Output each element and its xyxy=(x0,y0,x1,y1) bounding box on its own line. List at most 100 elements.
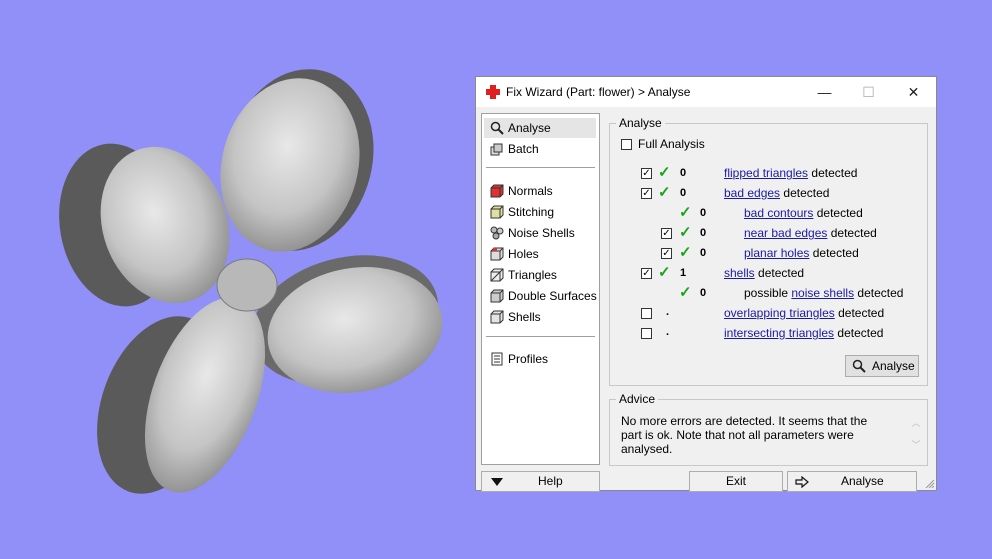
scroll-down-icon[interactable]: ﹀ xyxy=(909,434,923,456)
flipped-triangles-row: flipped triangles detected xyxy=(724,166,857,180)
sidebar-item-label: Profiles xyxy=(508,352,549,366)
detected-text: detected xyxy=(816,206,863,220)
scroll-up-icon[interactable]: ︿ xyxy=(909,412,923,434)
fix-wizard-dialog: Fix Wizard (Part: flower) > Analyse — ☐ … xyxy=(475,76,937,492)
sidebar-item-label: Triangles xyxy=(508,268,557,282)
overlapping-triangles-count: . xyxy=(666,306,670,318)
sidebar-item-holes[interactable]: Holes xyxy=(484,244,596,264)
detected-text: detected xyxy=(758,266,805,280)
detected-text: detected xyxy=(811,166,858,180)
sidebar-item-stitching[interactable]: Stitching xyxy=(484,202,596,222)
magnifier-icon xyxy=(490,121,504,135)
flipped-triangles-count: 0 xyxy=(680,167,687,179)
analyse-group: Analyse Full Analysis ✓ ✓ 0 flipped tria… xyxy=(609,116,928,386)
intersecting-triangles-link[interactable]: intersecting triangles xyxy=(724,326,834,340)
maximize-button[interactable]: ☐ xyxy=(846,77,891,107)
near-bad-edges-count: 0 xyxy=(700,227,707,239)
planar-holes-count: 0 xyxy=(700,247,707,259)
bad-contours-count: 0 xyxy=(700,207,707,219)
bad-contours-row: bad contours detected xyxy=(744,206,863,220)
advice-scrollbar[interactable]: ︿ ﹀ xyxy=(909,412,923,460)
noise-shells-count: 0 xyxy=(700,287,707,299)
exit-button[interactable]: Exit xyxy=(689,471,783,492)
intersecting-triangles-checkbox[interactable] xyxy=(641,328,652,339)
stitching-cube-icon xyxy=(490,205,504,219)
analyse-button[interactable]: Analyse xyxy=(845,355,919,377)
sidebar-item-label: Double Surfaces xyxy=(508,289,597,303)
flower-part[interactable] xyxy=(47,52,453,511)
triangles-cube-icon xyxy=(490,268,504,282)
normals-cube-icon xyxy=(490,184,504,198)
minimize-button[interactable]: — xyxy=(802,77,847,107)
near-bad-edges-checkbox[interactable]: ✓ xyxy=(661,228,672,239)
analyse-button-label: Analyse xyxy=(872,359,915,373)
shells-checkbox[interactable]: ✓ xyxy=(641,268,652,279)
sidebar-item-label: Analyse xyxy=(508,121,551,135)
detected-text: detected xyxy=(812,246,859,260)
shells-cube-icon xyxy=(490,310,504,324)
holes-cube-icon xyxy=(490,247,504,261)
advice-text: No more errors are detected. It seems th… xyxy=(621,414,868,456)
sidebar-divider xyxy=(486,167,595,168)
footer-analyse-label: Analyse xyxy=(841,474,884,488)
resize-grip-icon[interactable] xyxy=(925,479,935,489)
detected-text: detected xyxy=(838,306,885,320)
sidebar: Analyse Batch Normals Stitching Noise Sh… xyxy=(481,113,600,465)
sidebar-item-label: Shells xyxy=(508,310,541,324)
sidebar-item-label: Normals xyxy=(508,184,553,198)
shells-link[interactable]: shells xyxy=(724,266,755,280)
sidebar-item-noise-shells[interactable]: Noise Shells xyxy=(484,223,596,243)
red-cross-icon xyxy=(486,85,500,99)
detected-text: detected xyxy=(830,226,877,240)
sidebar-item-analyse[interactable]: Analyse xyxy=(484,118,596,138)
exit-label: Exit xyxy=(725,474,746,488)
close-button[interactable]: ✕ xyxy=(891,77,936,107)
noise-shells-icon xyxy=(490,226,504,240)
sidebar-item-label: Noise Shells xyxy=(508,226,575,240)
planar-holes-link[interactable]: planar holes xyxy=(744,246,809,260)
sidebar-item-normals[interactable]: Normals xyxy=(484,181,596,201)
near-bad-edges-link[interactable]: near bad edges xyxy=(744,226,827,240)
check-icon: ✓ xyxy=(658,184,671,201)
full-analysis-checkbox[interactable] xyxy=(621,139,632,150)
bad-edges-row: bad edges detected xyxy=(724,186,829,200)
sidebar-item-batch[interactable]: Batch xyxy=(484,139,596,159)
profiles-icon xyxy=(491,352,503,366)
magnifier-icon xyxy=(852,359,866,373)
sidebar-item-label: Holes xyxy=(508,247,539,261)
detected-text: detected xyxy=(857,286,904,300)
footer-analyse-button[interactable]: Analyse xyxy=(787,471,917,492)
flipped-triangles-checkbox[interactable]: ✓ xyxy=(641,168,652,179)
overlapping-triangles-row: overlapping triangles detected xyxy=(724,306,884,320)
window-title: Fix Wizard (Part: flower) > Analyse xyxy=(506,85,691,99)
sidebar-item-label: Batch xyxy=(508,142,539,156)
check-icon: ✓ xyxy=(679,284,692,301)
bad-edges-checkbox[interactable]: ✓ xyxy=(641,188,652,199)
intersecting-triangles-count: . xyxy=(666,326,670,338)
sidebar-item-profiles[interactable]: Profiles xyxy=(484,349,596,369)
possible-text: possible xyxy=(744,286,789,300)
help-button[interactable]: Help xyxy=(481,471,600,492)
shells-count: 1 xyxy=(680,267,687,279)
advice-group-title: Advice xyxy=(616,392,659,406)
advice-group: Advice No more errors are detected. It s… xyxy=(609,392,928,466)
bad-contours-link[interactable]: bad contours xyxy=(744,206,813,220)
full-analysis-label: Full Analysis xyxy=(638,137,705,151)
arrow-right-icon xyxy=(795,476,809,488)
sidebar-item-label: Stitching xyxy=(508,205,555,219)
detected-text: detected xyxy=(837,326,884,340)
sidebar-item-triangles[interactable]: Triangles xyxy=(484,265,596,285)
bad-edges-link[interactable]: bad edges xyxy=(724,186,780,200)
noise-shells-link[interactable]: noise shells xyxy=(791,286,854,300)
check-icon: ✓ xyxy=(679,244,692,261)
planar-holes-checkbox[interactable]: ✓ xyxy=(661,248,672,259)
sidebar-item-double-surfaces[interactable]: Double Surfaces xyxy=(484,286,597,306)
overlapping-triangles-checkbox[interactable] xyxy=(641,308,652,319)
check-icon: ✓ xyxy=(679,204,692,221)
sidebar-item-shells[interactable]: Shells xyxy=(484,307,596,327)
check-icon: ✓ xyxy=(679,224,692,241)
title-bar[interactable]: Fix Wizard (Part: flower) > Analyse — ☐ … xyxy=(476,77,936,107)
detected-text: detected xyxy=(783,186,830,200)
flipped-triangles-link[interactable]: flipped triangles xyxy=(724,166,808,180)
overlapping-triangles-link[interactable]: overlapping triangles xyxy=(724,306,835,320)
